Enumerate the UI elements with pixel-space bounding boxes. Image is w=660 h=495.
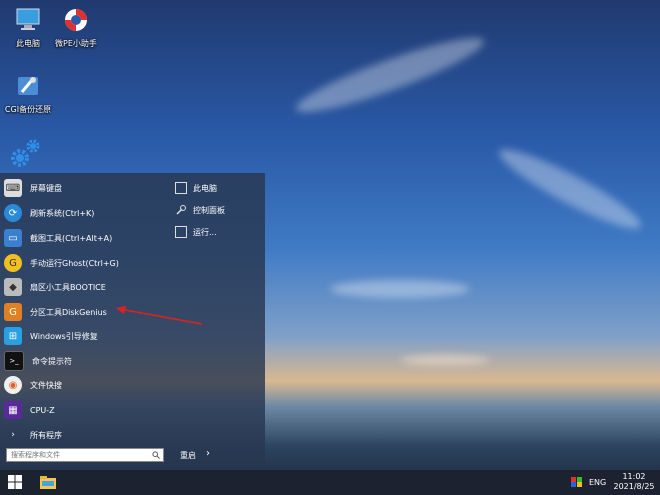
cloud	[330, 280, 470, 298]
cgi-tool-icon	[14, 72, 42, 100]
menu-item-label: 文件快搜	[30, 380, 62, 390]
restart-button[interactable]: 重启	[180, 450, 196, 461]
folder-icon	[40, 476, 56, 489]
right-item-label: 控制面板	[193, 205, 225, 215]
tray-app-icon[interactable]	[571, 477, 582, 487]
screenshot-icon: ▭	[4, 229, 22, 247]
menu-item-label: 命令提示符	[32, 356, 72, 366]
right-item-run[interactable]: 运行...	[175, 224, 217, 240]
menu-item-refresh-system[interactable]: ⟳ 刷新系统(Ctrl+K)	[4, 203, 164, 223]
search-box[interactable]	[6, 448, 164, 462]
right-item-label: 运行...	[193, 227, 217, 237]
taskbar-explorer-button[interactable]	[40, 475, 56, 490]
right-item-this-pc[interactable]: 此电脑	[175, 180, 217, 196]
right-item-label: 此电脑	[193, 183, 217, 193]
cloud	[492, 139, 648, 239]
windows-repair-icon: ⊞	[4, 327, 22, 345]
menu-item-label: 刷新系统(Ctrl+K)	[30, 208, 95, 218]
search-icon[interactable]	[152, 451, 160, 459]
menu-item-label: CPU-Z	[30, 405, 55, 415]
menu-item-ghost[interactable]: G 手动运行Ghost(Ctrl+G)	[4, 253, 164, 273]
menu-item-label: Windows引导修复	[30, 331, 98, 341]
cloud	[400, 355, 490, 365]
diskgenius-icon: G	[4, 303, 22, 321]
gear-icon[interactable]	[8, 138, 42, 173]
menu-item-label: 分区工具DiskGenius	[30, 307, 107, 317]
desktop-icon-pe-helper[interactable]: 微PE小助手	[48, 6, 104, 49]
menu-item-screenshot-tool[interactable]: ▭ 截图工具(Ctrl+Alt+A)	[4, 228, 164, 248]
refresh-icon: ⟳	[4, 204, 22, 222]
menu-item-label: 扇区小工具BOOTICE	[30, 282, 106, 292]
computer-icon	[175, 182, 187, 194]
lifebuoy-icon	[62, 6, 90, 34]
wrench-icon	[175, 204, 187, 216]
chevron-right-icon: ›	[11, 430, 15, 440]
menu-item-label: 屏幕键盘	[30, 183, 62, 193]
cloud	[290, 26, 490, 124]
cpu-z-icon: ▦	[4, 401, 22, 419]
start-button[interactable]	[8, 475, 24, 490]
menu-item-bootice[interactable]: ◆ 扇区小工具BOOTICE	[4, 277, 164, 297]
clock[interactable]: 11:02 2021/8/25	[612, 472, 656, 492]
menu-item-windows-repair[interactable]: ⊞ Windows引导修复	[4, 326, 164, 346]
ghost-icon: G	[4, 254, 22, 272]
cmd-icon: >_	[4, 351, 24, 371]
right-item-control-panel[interactable]: 控制面板	[175, 202, 225, 218]
clock-time: 11:02	[622, 472, 646, 481]
annotation-arrow	[116, 306, 203, 325]
search-input[interactable]	[7, 449, 155, 461]
menu-item-onscreen-keyboard[interactable]: ⌨ 屏幕键盘	[4, 178, 164, 198]
menu-item-command-prompt[interactable]: >_ 命令提示符	[4, 351, 164, 371]
desktop-icon-label: 微PE小助手	[55, 39, 97, 48]
computer-icon	[14, 6, 42, 34]
file-search-icon: ◉	[4, 376, 22, 394]
menu-item-file-search[interactable]: ◉ 文件快搜	[4, 375, 164, 395]
menu-item-cpu-z[interactable]: ▦ CPU-Z	[4, 400, 164, 420]
taskbar: ENG 11:02 2021/8/25	[0, 470, 660, 495]
bootice-icon: ◆	[4, 278, 22, 296]
run-icon	[175, 226, 187, 238]
chevron-right-icon[interactable]: ›	[206, 448, 210, 459]
clock-date: 2021/8/25	[613, 482, 655, 491]
desktop-icon-cgi-backup[interactable]: CGI备份还原	[0, 72, 56, 115]
desktop-icon-label: CGI备份还原	[4, 105, 52, 114]
language-indicator[interactable]: ENG	[589, 478, 606, 487]
menu-item-label: 截图工具(Ctrl+Alt+A)	[30, 233, 113, 243]
menu-item-all-programs[interactable]: › 所有程序	[4, 425, 164, 445]
windows-logo-icon	[8, 475, 22, 489]
menu-item-label: 所有程序	[30, 430, 62, 440]
menu-item-label: 手动运行Ghost(Ctrl+G)	[30, 258, 119, 268]
keyboard-icon: ⌨	[4, 179, 22, 197]
